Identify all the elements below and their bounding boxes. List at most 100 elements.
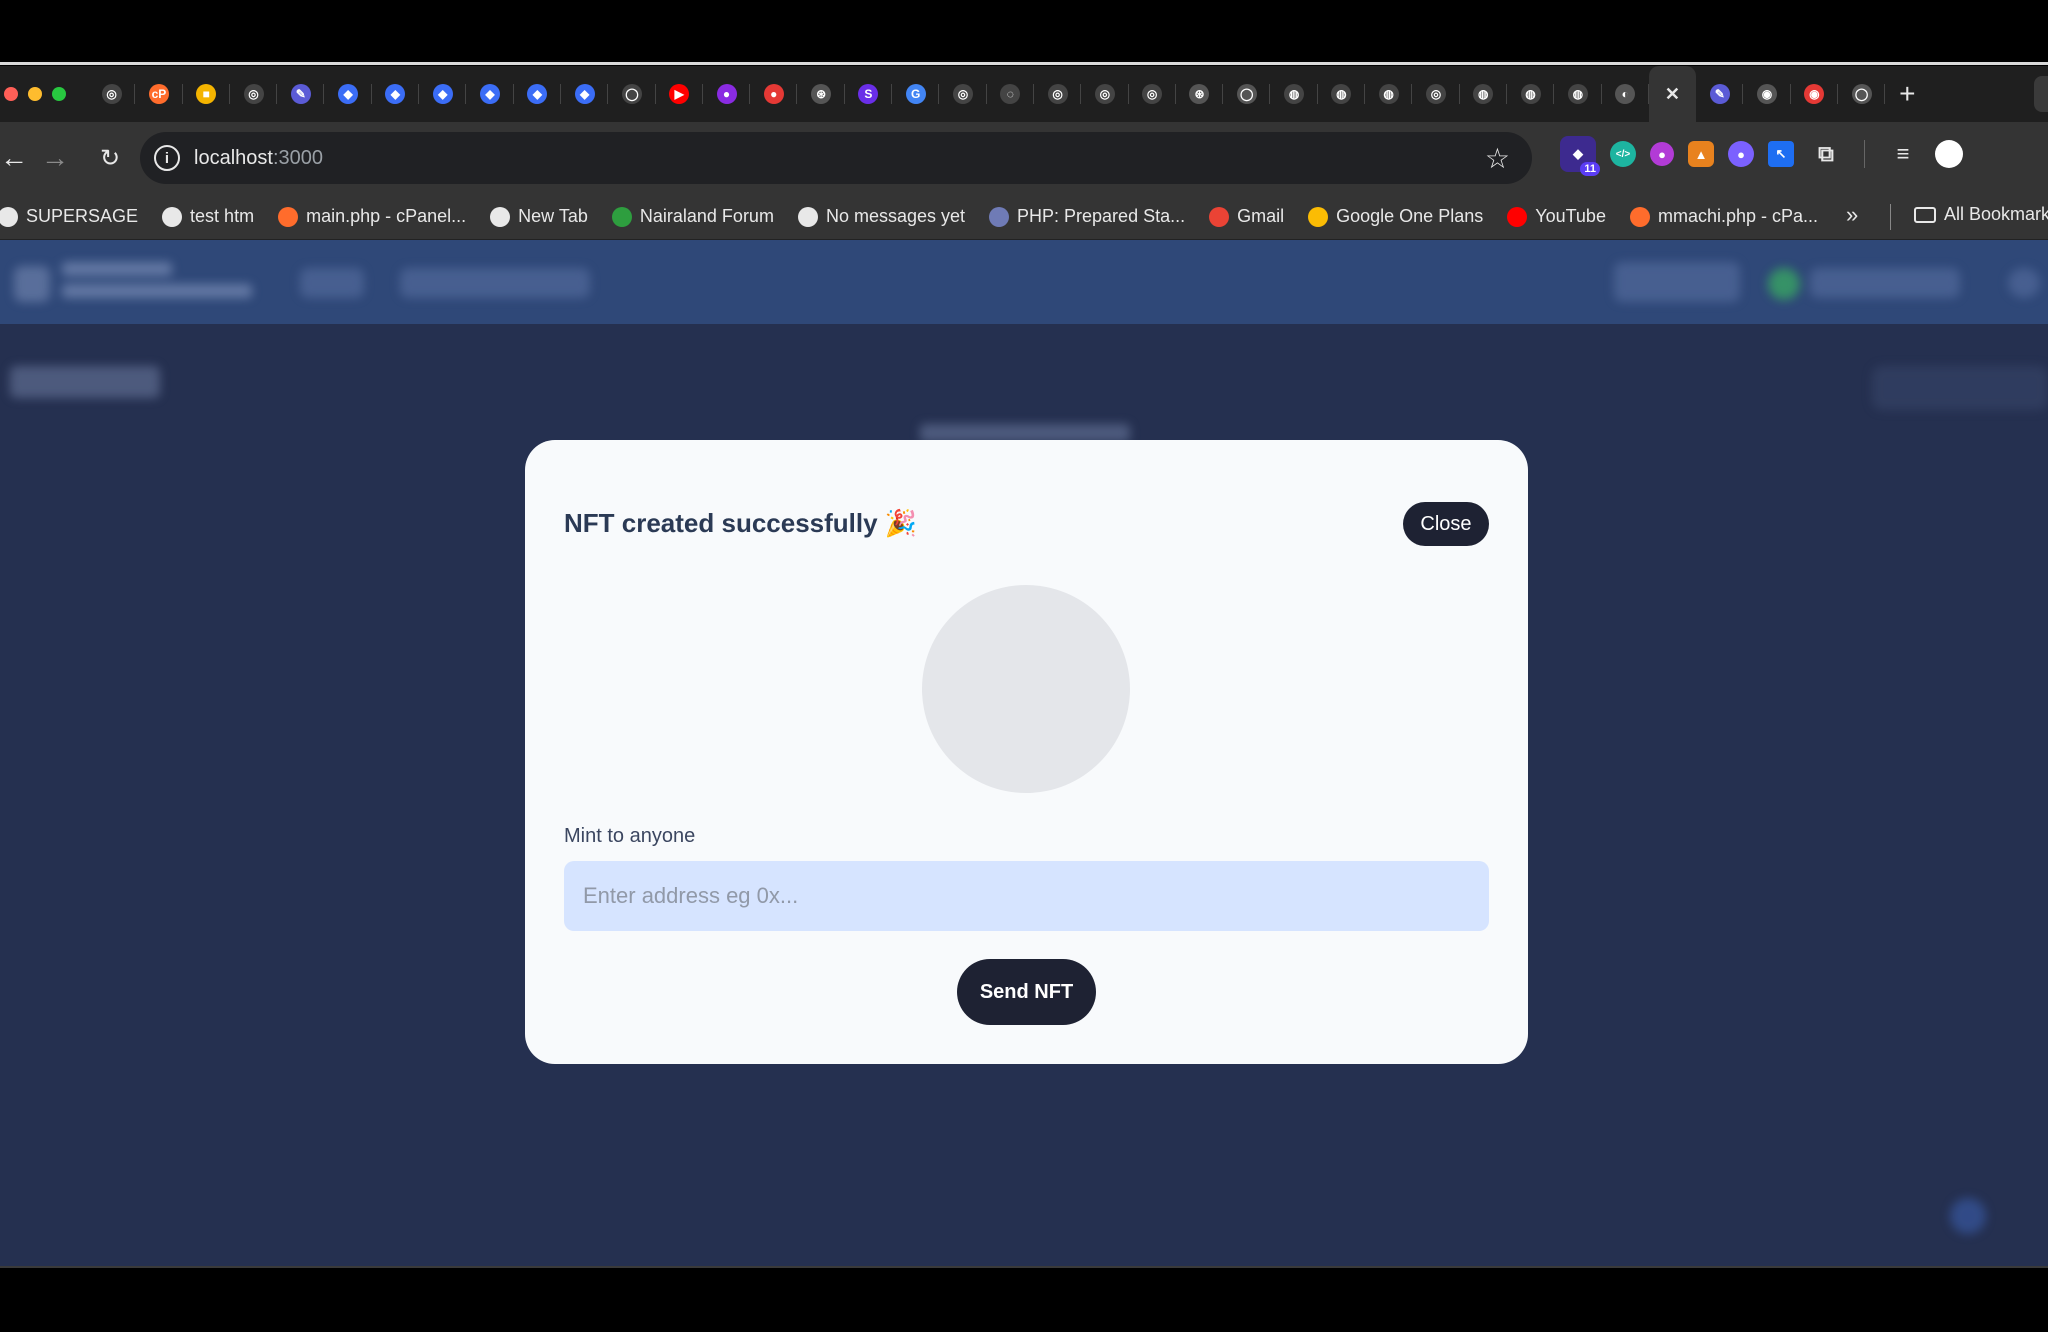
extension-alarm-icon[interactable]: ● <box>1650 142 1674 166</box>
tab[interactable]: ◎ <box>939 66 987 122</box>
tab-search-button[interactable] <box>2034 76 2048 112</box>
tab-icon: ◍ <box>1284 84 1305 104</box>
profile-avatar[interactable] <box>1935 140 1963 168</box>
tab[interactable]: ⊛ <box>797 66 846 122</box>
bookmark-label: Gmail <box>1237 206 1285 226</box>
send-nft-button[interactable]: Send NFT <box>957 959 1096 1025</box>
bookmark-item[interactable]: No messages yet <box>797 206 965 227</box>
tab[interactable]: ▶ <box>656 66 704 122</box>
close-window-icon[interactable] <box>4 87 18 101</box>
metamask-icon[interactable]: ▲ <box>1688 141 1714 167</box>
address-url[interactable]: localhost:3000 <box>194 147 323 170</box>
tab[interactable]: ◍ <box>1318 66 1366 122</box>
tab[interactable]: ◐ <box>1602 66 1650 122</box>
bookmark-item[interactable]: Nairaland Forum <box>611 206 774 227</box>
header-avatar <box>2008 268 2040 298</box>
extension-wallet-icon[interactable]: ◆ 11 <box>1560 136 1600 176</box>
tab[interactable]: ⊛ <box>1176 66 1224 122</box>
tab[interactable]: ■ <box>183 66 231 122</box>
bookmark-label: YouTube <box>1535 206 1606 226</box>
tab[interactable]: ◯ <box>608 66 656 122</box>
tab[interactable]: ✎ <box>277 66 325 122</box>
bookmark-item[interactable]: test htm <box>162 206 254 227</box>
bookmark-star-icon[interactable]: ☆ <box>1485 142 1510 175</box>
tab[interactable]: ✎ <box>1696 66 1744 122</box>
bookmark-item[interactable]: YouTube <box>1507 206 1606 227</box>
tab[interactable]: ◯ <box>1223 66 1271 122</box>
tab[interactable]: ◆ <box>466 66 514 122</box>
tab[interactable]: ◆ <box>372 66 420 122</box>
gmail-icon <box>1209 206 1230 227</box>
tab[interactable]: cP <box>135 66 183 122</box>
address-bar[interactable]: i localhost:3000 ☆ <box>140 132 1532 184</box>
openai-icon: ◎ <box>1142 84 1163 104</box>
extensions-row: ◆ 11 </> ● ▲ ● ↖ ⧉ ≡ <box>1560 136 1963 176</box>
tab[interactable]: ◎ <box>88 66 136 122</box>
forward-button[interactable]: → <box>20 142 90 174</box>
extensions-puzzle-icon[interactable]: ⧉ <box>1808 136 1844 172</box>
openai-icon: ◎ <box>101 84 122 104</box>
tab[interactable]: ◎ <box>1129 66 1177 122</box>
minimize-window-icon[interactable] <box>28 87 42 101</box>
bookmark-item[interactable]: PHP: Prepared Sta... <box>989 206 1185 227</box>
tab[interactable]: ◌ <box>987 66 1035 122</box>
all-bookmarks-label: All Bookmark <box>1944 204 2048 224</box>
bookmark-item[interactable]: mmachi.php - cPa... <box>1629 206 1818 227</box>
stripe-icon: S <box>858 84 879 104</box>
openai-icon: ◎ <box>1047 84 1068 104</box>
reload-button[interactable]: ↻ <box>90 144 130 173</box>
extension-ghost-icon[interactable]: ● <box>1728 141 1754 167</box>
nft-preview-image <box>922 585 1130 793</box>
tab[interactable]: ◆ <box>324 66 373 122</box>
nav-pill <box>300 268 364 298</box>
chrome-icon: ◉ <box>1757 84 1778 104</box>
bookmark-item[interactable]: Google One Plans <box>1308 206 1483 227</box>
youtube-icon: ▶ <box>669 84 690 104</box>
address-input[interactable] <box>564 861 1489 931</box>
tab[interactable]: ◎ <box>1034 66 1082 122</box>
maximize-window-icon[interactable] <box>52 87 66 101</box>
tab[interactable]: ◆ <box>561 66 609 122</box>
globe-icon <box>162 206 183 227</box>
bookmark-item[interactable]: SUPERSAGE <box>0 206 138 227</box>
tab[interactable]: ● <box>750 66 798 122</box>
openai-icon: ◎ <box>1425 84 1446 104</box>
all-bookmarks-button[interactable]: All Bookmark <box>1914 204 2048 225</box>
tab[interactable]: ◉ <box>1791 66 1839 122</box>
close-icon[interactable]: ✕ <box>1662 84 1682 104</box>
tab[interactable]: S <box>845 66 893 122</box>
more-bookmarks-icon[interactable]: » <box>1846 202 1858 228</box>
tab[interactable]: ◍ <box>1365 66 1413 122</box>
tab[interactable]: ◍ <box>1460 66 1508 122</box>
tab[interactable]: ◎ <box>230 66 278 122</box>
back-button[interactable]: ← <box>0 142 28 174</box>
bookmark-item[interactable]: New Tab <box>490 206 588 227</box>
tab[interactable]: ● <box>703 66 751 122</box>
tab[interactable]: ◍ <box>1270 66 1319 122</box>
tab[interactable]: ◆ <box>419 66 467 122</box>
cpanel-icon <box>278 206 299 227</box>
tab[interactable]: ◎ <box>1412 66 1460 122</box>
tab-active[interactable]: ✕ <box>1648 66 1697 122</box>
extension-code-icon[interactable]: </> <box>1610 141 1636 167</box>
media-controls-icon[interactable]: ≡ <box>1885 136 1921 172</box>
tab[interactable]: ◯ <box>1838 66 1886 122</box>
browser-toolbar: ← → ↻ i localhost:3000 ☆ ◆ 11 </> ● ▲ ● ↖… <box>0 122 2048 194</box>
globe-icon <box>490 206 511 227</box>
diamond-icon: ◆ <box>480 84 501 104</box>
new-tab-button[interactable]: + <box>1885 66 1929 122</box>
tab[interactable]: ◍ <box>1507 66 1555 122</box>
tab[interactable]: ◍ <box>1554 66 1602 122</box>
tab-icon: ◍ <box>1331 84 1352 104</box>
header-pill <box>1614 262 1740 302</box>
tab[interactable]: ◎ <box>1081 66 1129 122</box>
close-button[interactable]: Close <box>1403 502 1489 546</box>
bookmark-item[interactable]: Gmail <box>1209 206 1284 227</box>
bookmark-item[interactable]: main.php - cPanel... <box>278 206 466 227</box>
tab[interactable]: ◉ <box>1743 66 1791 122</box>
globe-icon: ◐ <box>1615 84 1636 104</box>
tab[interactable]: G <box>892 66 940 122</box>
site-info-icon[interactable]: i <box>154 145 180 171</box>
extension-cursor-icon[interactable]: ↖ <box>1768 141 1794 167</box>
tab[interactable]: ◆ <box>514 66 562 122</box>
